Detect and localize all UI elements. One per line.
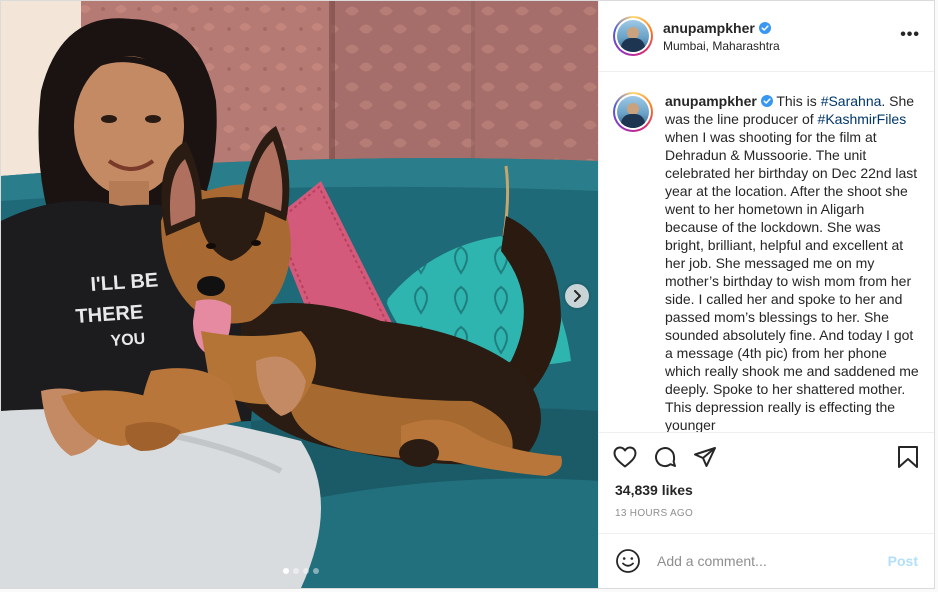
like-button[interactable]	[611, 443, 639, 471]
chevron-right-icon	[574, 290, 581, 302]
comment-input[interactable]	[655, 552, 888, 570]
carousel-dot	[303, 568, 309, 574]
bookmark-icon	[898, 446, 918, 468]
avatar[interactable]	[617, 96, 649, 128]
post-timestamp[interactable]: 13 HOURS AGO	[599, 498, 934, 533]
carousel-dot	[283, 568, 289, 574]
verified-badge-icon	[758, 21, 771, 34]
shirt-text-1: I'LL BE	[90, 269, 159, 296]
shirt-text-3: YOU	[110, 331, 146, 350]
location-link[interactable]: Mumbai, Maharashtra	[663, 39, 780, 53]
share-icon	[694, 446, 716, 467]
post-header: anupampkher Mumbai, Maharashtra •••	[599, 1, 934, 72]
story-ring[interactable]	[613, 16, 653, 56]
avatar[interactable]	[617, 20, 649, 52]
next-image-button[interactable]	[565, 284, 589, 308]
more-options-icon[interactable]: •••	[900, 26, 920, 44]
comment-button[interactable]	[651, 443, 679, 471]
story-ring[interactable]	[613, 92, 653, 132]
post-photo: I'LL BE THERE YOU	[1, 1, 598, 588]
post-details-panel: anupampkher Mumbai, Maharashtra ••• anup…	[598, 1, 934, 588]
share-button[interactable]	[691, 443, 719, 471]
caption-text: anupampkher This is #Sarahna. She was th…	[665, 93, 919, 432]
emoji-icon[interactable]	[615, 548, 641, 574]
likes-count[interactable]: 34,839 likes	[599, 480, 934, 498]
instagram-post: I'LL BE THERE YOU anupampkher Mumbai, Ma…	[0, 0, 935, 589]
carousel-dot	[293, 568, 299, 574]
hashtag-link[interactable]: #KashmirFiles	[818, 111, 907, 127]
action-bar	[599, 432, 934, 480]
carousel-indicator	[283, 568, 319, 574]
post-comment-button[interactable]: Post	[888, 553, 918, 569]
comment-icon	[655, 446, 676, 467]
username-link[interactable]: anupampkher	[663, 20, 755, 36]
post-image[interactable]: I'LL BE THERE YOU	[1, 1, 598, 588]
carousel-dot	[313, 568, 319, 574]
hashtag-link[interactable]: #Sarahna	[821, 93, 882, 109]
verified-badge-icon	[760, 95, 773, 107]
comment-form: Post	[599, 533, 934, 588]
caption-area: anupampkher This is #Sarahna. She was th…	[599, 72, 934, 432]
save-button[interactable]	[894, 443, 922, 471]
caption-username-link[interactable]: anupampkher	[665, 93, 757, 109]
heart-icon	[613, 446, 637, 467]
